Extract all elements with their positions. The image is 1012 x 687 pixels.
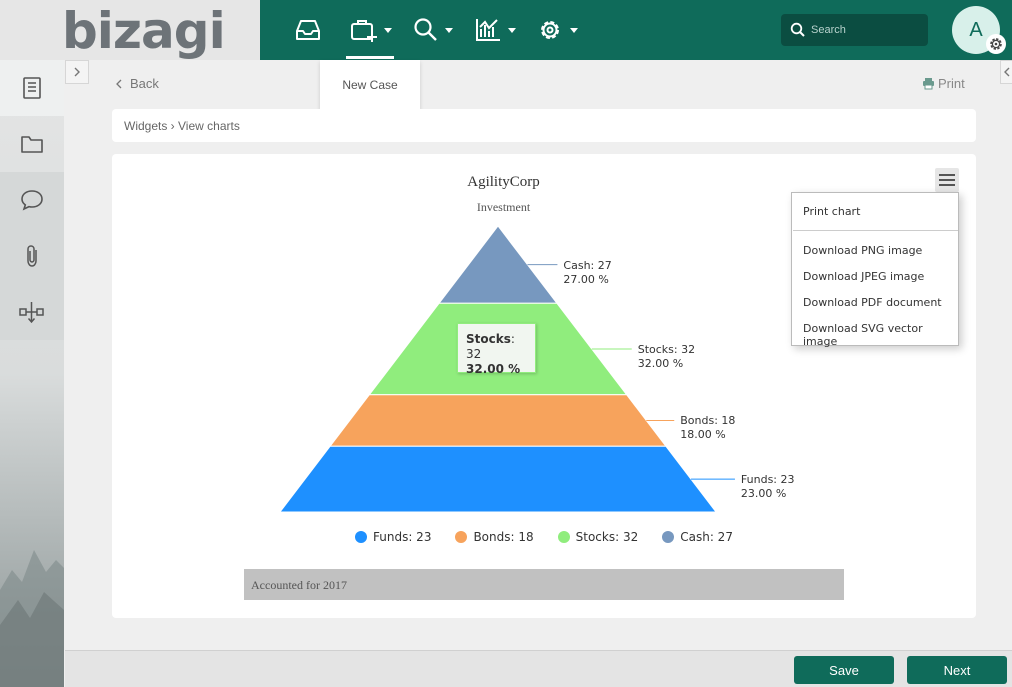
chevron-down-icon	[445, 27, 453, 33]
data-label-bonds: Bonds: 18 18.00 %	[680, 414, 735, 442]
sidebar-background-mountains	[0, 550, 64, 687]
menu-item-download-pdf[interactable]: Download PDF document	[803, 296, 942, 309]
magnifier-icon	[414, 18, 437, 41]
legend-label: Cash: 27	[680, 530, 733, 544]
legend-marker	[355, 531, 367, 543]
caption-text: Accounted for 2017	[251, 578, 347, 592]
left-sidebar	[0, 60, 64, 687]
new-case-button[interactable]	[350, 14, 392, 46]
sidebar-item-attachments[interactable]	[0, 228, 64, 284]
legend-item[interactable]: Bonds: 18	[455, 530, 534, 544]
legend-label: Bonds: 18	[473, 530, 534, 544]
data-label-stocks: Stocks: 32 32.00 %	[638, 343, 695, 371]
legend-marker	[455, 531, 468, 543]
speech-bubble-icon	[21, 190, 43, 211]
chevron-right-icon	[74, 67, 80, 77]
data-label-value: Stocks: 32	[637, 342, 696, 356]
pyramid-segment-funds[interactable]	[278, 445, 718, 513]
legend-marker	[557, 531, 570, 543]
sidebar-item-folders[interactable]	[0, 116, 64, 172]
logo-area: bizagi	[0, 0, 260, 60]
tooltip-value: 32	[466, 347, 482, 361]
analytics-button[interactable]	[474, 14, 516, 46]
legend-item[interactable]: Stocks: 32	[557, 530, 639, 544]
tooltip-series-name: Stocks	[466, 332, 511, 346]
avatar-initial: A	[969, 18, 983, 41]
menu-item-download-png[interactable]: Download PNG image	[803, 244, 922, 257]
printer-icon	[923, 78, 934, 90]
data-label-value: Cash: 27	[563, 258, 612, 272]
hamburger-icon-line	[939, 184, 955, 186]
chevron-left-icon	[116, 79, 122, 88]
print-link[interactable]: Print	[922, 76, 965, 91]
sidebar-item-workflow[interactable]	[0, 284, 64, 340]
folder-icon	[21, 136, 43, 153]
document-icon	[23, 77, 41, 99]
gear-icon	[990, 38, 1002, 50]
active-nav-indicator	[346, 56, 394, 59]
paperclip-icon	[27, 245, 37, 267]
inbox-button[interactable]	[294, 14, 322, 46]
legend-label: Stocks: 32	[575, 530, 639, 544]
back-link[interactable]: Back	[116, 76, 159, 91]
hamburger-icon-line	[939, 174, 955, 176]
search-box[interactable]	[781, 14, 928, 46]
menu-item-download-jpeg[interactable]: Download JPEG image	[803, 270, 924, 283]
menu-item-download-svg[interactable]: Download SVG vector image	[803, 322, 958, 348]
chart-context-menu-button[interactable]	[935, 168, 959, 192]
chevron-down-icon	[508, 27, 516, 33]
search-menu-button[interactable]	[413, 14, 453, 46]
search-input[interactable]	[811, 20, 921, 40]
next-button[interactable]: Next	[907, 656, 1007, 684]
menu-divider	[793, 230, 958, 231]
analytics-icon	[476, 19, 500, 41]
data-label-percent: 32.00 %	[637, 356, 684, 370]
gear-icon	[541, 21, 559, 39]
new-case-popup[interactable]: New Case	[320, 60, 420, 110]
collapse-sidebar-toggle[interactable]	[65, 60, 89, 84]
bizagi-logo: bizagi	[62, 2, 226, 60]
data-label-funds: Funds: 23 23.00 %	[741, 473, 795, 501]
data-label-percent: 27.00 %	[563, 272, 609, 286]
data-label-value: Bonds: 18	[680, 414, 736, 428]
chart-export-menu: Print chart Download PNG image Download …	[791, 192, 959, 348]
legend-label: Funds: 23	[373, 530, 432, 544]
back-label: Back	[130, 76, 159, 91]
legend-item[interactable]: Funds: 23	[355, 530, 431, 544]
chevron-down-icon	[384, 27, 392, 33]
search-icon	[790, 22, 805, 37]
chevron-left-icon	[1003, 67, 1009, 77]
breadcrumb-text: Widgets › View charts	[124, 119, 240, 133]
chart-caption: Accounted for 2017	[244, 569, 844, 600]
new-case-label: New Case	[342, 78, 398, 92]
settings-button[interactable]	[536, 14, 578, 46]
pyramid-segment-bonds[interactable]	[329, 394, 667, 447]
chart-panel: AgilityCorp Investment Cash: 27 27.00 % St…	[112, 154, 976, 618]
chart-legend: Funds: 23 Bonds: 18 Stocks: 32 Cash: 27	[355, 530, 733, 544]
hamburger-icon-line	[939, 179, 955, 181]
data-label-cash: Cash: 27 27.00 %	[563, 259, 611, 287]
save-button[interactable]: Save	[794, 656, 894, 684]
print-label: Print	[938, 76, 965, 91]
new-case-icon	[351, 20, 377, 42]
workflow-icon	[19, 302, 44, 324]
data-label-percent: 18.00 %	[680, 428, 726, 442]
breadcrumb: Widgets › View charts	[112, 109, 976, 142]
legend-marker	[662, 531, 675, 543]
sidebar-item-case-summary[interactable]	[0, 60, 64, 116]
menu-item-print-chart[interactable]: Print chart	[803, 205, 860, 218]
data-label-value: Funds: 23	[740, 473, 795, 487]
tooltip-percent: 32.00 %	[466, 362, 521, 376]
sidebar-item-comments[interactable]	[0, 172, 64, 228]
legend-item[interactable]: Cash: 27	[662, 530, 733, 544]
chevron-down-icon	[570, 27, 578, 33]
data-label-percent: 23.00 %	[740, 487, 787, 501]
chart-tooltip: Stocks: 32 32.00 %	[457, 323, 536, 376]
inbox-icon	[296, 20, 320, 40]
collapse-right-panel-toggle[interactable]	[1000, 60, 1012, 84]
user-settings-gear[interactable]	[986, 34, 1006, 54]
